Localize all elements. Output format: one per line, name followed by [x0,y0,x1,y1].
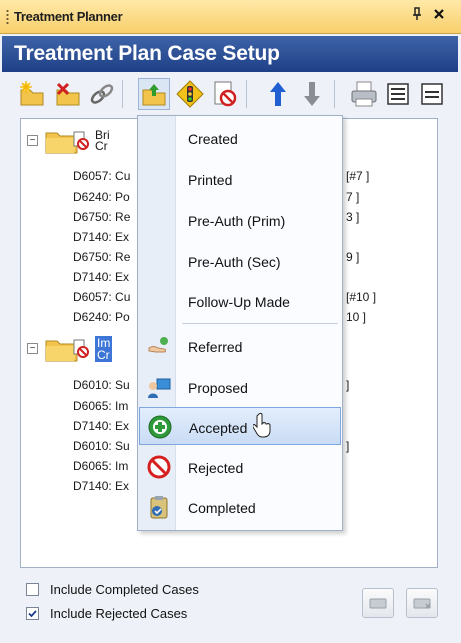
collapse-view-button[interactable] [416,78,448,110]
traffic-sign-button[interactable] [174,78,206,110]
tree-item-suffix: 7 ] [346,190,360,204]
completed-clipboard-icon [150,496,168,519]
toolbar [2,74,458,114]
delete-case-button[interactable] [52,78,84,110]
no-symbol-icon [73,339,89,358]
collapse-toggle-icon[interactable]: − [27,343,38,354]
delete-case-icon [56,82,80,106]
tree-case-node[interactable]: − Im Cr [27,335,147,362]
list-view-button[interactable] [382,78,414,110]
status-menu-button[interactable] [138,78,170,110]
tree-item-suffix: ] [346,439,350,453]
checkmark-icon [28,610,37,618]
include-rejected-checkbox[interactable] [26,607,39,620]
collapse-toggle-icon[interactable]: − [27,135,38,146]
menu-item-proposed[interactable]: Proposed [139,368,341,406]
window-title-bar: Treatment Planner [0,0,461,34]
tree-item-suffix: 3 ] [346,210,360,224]
print-delete-button[interactable] [406,588,438,618]
tree-item[interactable]: D6010: Su [73,378,130,392]
menu-item-referred[interactable]: Referred [139,327,341,365]
include-completed-checkbox[interactable] [26,583,39,596]
tree-item[interactable]: D6065: Im [73,399,128,413]
menu-item-follow-up-made[interactable]: Follow-Up Made [139,282,341,320]
tree-item[interactable]: D7140: Ex [73,230,129,244]
close-icon [434,9,444,19]
menu-item-pre-auth-sec[interactable]: Pre-Auth (Sec) [139,242,341,280]
tree-item[interactable]: D6240: Po [73,310,130,324]
tree-item[interactable]: D6750: Re [73,210,130,224]
list-view-icon [387,83,409,105]
tree-item[interactable]: D7140: Ex [73,270,129,284]
tree-item[interactable]: D7140: Ex [73,419,129,433]
menu-item-printed[interactable]: Printed [139,160,341,198]
tree-item-suffix: 9 ] [346,250,360,264]
menu-divider [182,323,338,324]
status-context-menu: Created Printed Pre-Auth (Prim) Pre-Auth… [137,115,343,531]
case-label-line2: Cr [95,139,108,153]
new-case-icon [20,81,44,106]
tree-case-node[interactable]: − Bri Cr [27,127,147,154]
tree-item-suffix: ] [346,378,350,392]
menu-item-created[interactable]: Created [139,119,341,157]
tree-item[interactable]: D6010: Su [73,439,130,453]
referral-hand-icon [148,337,168,353]
move-down-button[interactable] [296,78,328,110]
menu-item-completed[interactable]: Completed [139,488,341,526]
no-symbol-icon [73,131,89,150]
proposed-person-icon [148,378,171,398]
no-symbol-icon [214,81,237,107]
tree-item[interactable]: D6065: Im [73,459,128,473]
print-case-button[interactable] [362,588,394,618]
traffic-sign-icon [176,80,204,108]
include-completed-label: Include Completed Cases [50,582,199,597]
move-down-arrow-icon [304,82,320,106]
menu-item-accepted[interactable]: Accepted [139,407,341,445]
tree-item-suffix: [#10 ] [346,290,377,304]
close-button[interactable] [430,7,448,25]
move-up-arrow-icon [270,82,286,106]
tree-item[interactable]: D6240: Po [73,190,130,204]
printer-icon [369,598,387,609]
tree-item-suffix: [#7 ] [346,169,370,183]
status-folder-icon [142,84,166,106]
tree-item[interactable]: D6057: Cu [73,169,130,183]
case-label-line2: Cr [95,348,112,362]
tree-item[interactable]: D7140: Ex [73,479,129,493]
link-button[interactable] [86,78,118,110]
new-case-button[interactable] [16,78,48,110]
move-up-button[interactable] [262,78,294,110]
menu-item-rejected[interactable]: Rejected [139,448,341,486]
page-title: Treatment Plan Case Setup [2,36,458,72]
rejected-no-icon [147,455,171,479]
tree-item[interactable]: D6750: Re [73,250,130,264]
window-title: Treatment Planner [14,9,123,24]
menu-item-pre-auth-prim[interactable]: Pre-Auth (Prim) [139,201,341,239]
printer-delete-icon [413,598,431,609]
pin-icon [413,7,421,20]
pin-button[interactable] [408,7,426,25]
collapse-view-icon [421,83,443,105]
tree-item[interactable]: D6057: Cu [73,290,130,304]
grip-icon[interactable] [6,9,9,25]
link-icon [90,84,114,104]
no-symbol-button[interactable] [208,78,240,110]
mouse-pointer-icon [253,412,271,438]
include-rejected-label: Include Rejected Cases [50,606,188,621]
printer-icon [351,81,377,107]
print-button[interactable] [348,78,380,110]
accepted-plus-icon [148,415,172,439]
tree-item-suffix: 10 ] [346,310,367,324]
